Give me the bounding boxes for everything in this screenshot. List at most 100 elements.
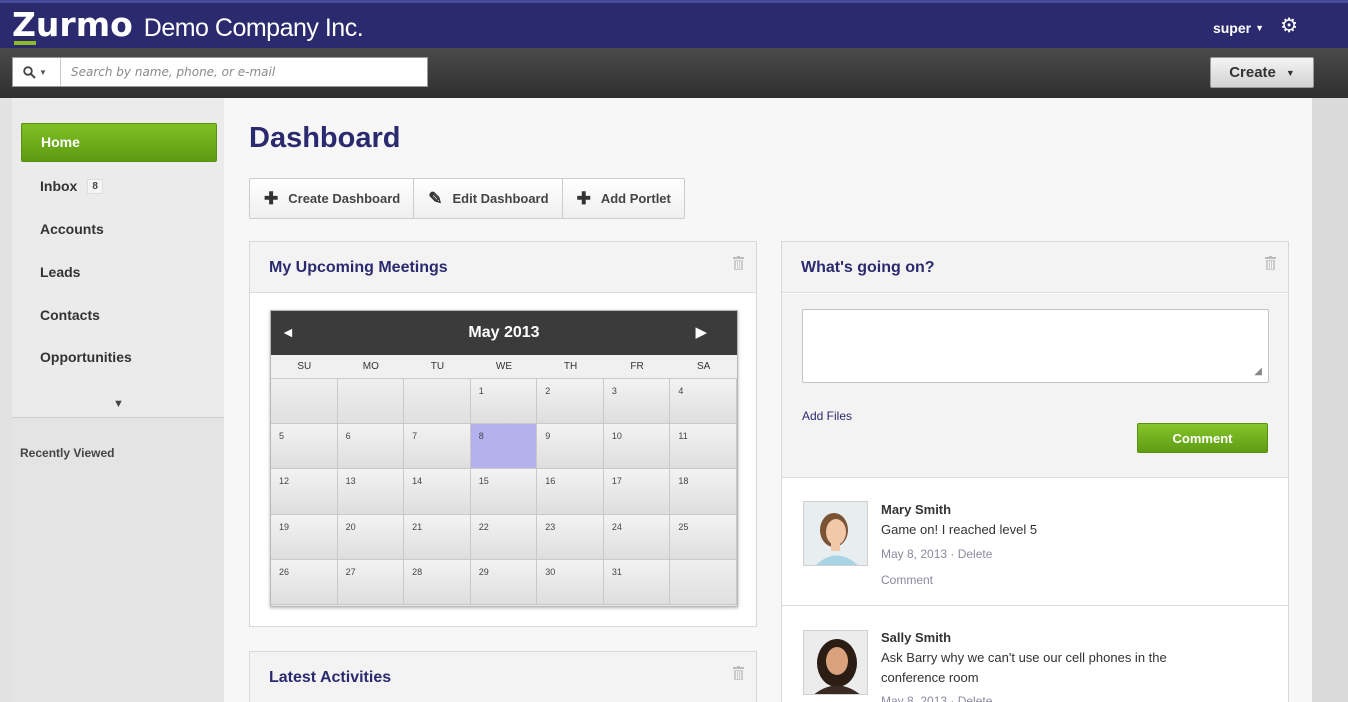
calendar-month: May 2013 [468,324,540,341]
create-button[interactable]: Create ▼ [1210,57,1314,88]
calendar-day[interactable]: 27 [337,559,405,605]
create-dashboard-button[interactable]: ✚ Create Dashboard [250,179,415,218]
feed-post: Sally Smith Ask Barry why we can't use o… [782,605,1288,702]
calendar-day[interactable]: 17 [603,469,671,515]
page-scrollbar[interactable] [1312,98,1348,702]
calendar-day[interactable]: 26 [271,559,338,605]
avatar-photo [804,502,867,565]
calendar-day[interactable]: 10 [603,424,671,470]
weekday-label: TH [563,361,578,372]
trash-icon[interactable] [733,666,744,680]
post-author[interactable]: Mary Smith [881,502,951,517]
delete-link[interactable]: Delete [958,694,993,702]
calendar-day[interactable]: 30 [537,559,604,605]
sidebar-item-leads[interactable]: Leads [40,264,80,280]
sidebar-item-contacts[interactable]: Contacts [40,307,100,323]
feed-post: Mary Smith Game on! I reached level 5 Ma… [782,477,1288,607]
portlet-title: Latest Activities [269,669,392,686]
weekday-label: FR [630,361,644,372]
comment-link[interactable]: Comment [881,573,933,587]
calendar-day[interactable]: 25 [670,514,737,560]
page-title: Dashboard [249,122,401,154]
calendar-day[interactable]: 7 [404,424,471,470]
sidebar-item-label: Inbox [40,178,78,194]
avatar-photo [804,631,867,694]
main-nav: Home Inbox 8 Accounts Leads Contacts Oppo… [12,98,224,418]
calendar-day[interactable]: 1 [470,379,538,425]
calendar-day[interactable]: 18 [670,469,737,515]
calendar-day[interactable]: 3 [603,379,671,425]
calendar-day[interactable]: 29 [470,559,538,605]
gear-icon[interactable]: ⚙ [1280,16,1298,36]
avatar[interactable] [803,501,868,566]
calendar-day[interactable]: 14 [404,469,471,515]
weekday-label: SU [297,361,312,372]
calendar-day[interactable]: 12 [271,469,338,515]
sidebar-item-home[interactable]: Home [21,123,217,162]
sidebar-item-inbox[interactable]: Inbox 8 [40,178,103,194]
create-label: Create [1229,64,1276,81]
portlet-header: Latest Activities [250,652,756,702]
main-content: Dashboard ✚ Create Dashboard ✎ Edit Dashbo… [224,98,1312,702]
app-logo[interactable]: Zurmo Demo Company Inc. [12,5,364,45]
calendar-day[interactable]: 22 [470,514,538,560]
action-label: Edit Dashboard [452,191,549,206]
calendar-day[interactable]: 2 [537,379,604,425]
calendar-day[interactable]: 4 [670,379,737,425]
delete-link[interactable]: Delete [958,547,993,561]
weekday-label: TU [430,361,445,372]
calendar-day[interactable]: 15 [470,469,538,515]
weekday-label: MO [362,361,379,372]
calendar-day[interactable]: 16 [537,469,604,515]
user-menu[interactable]: super ▼ [1213,20,1264,36]
calendar-day[interactable]: 11 [670,424,737,470]
calendar-day[interactable]: 23 [537,514,604,560]
next-month-icon[interactable]: ▶ [695,323,707,341]
calendar-day[interactable]: 5 [271,424,338,470]
post-author[interactable]: Sally Smith [881,630,951,645]
calendar-day[interactable]: 19 [271,514,338,560]
global-toolbar: ▼ Create ▼ [0,48,1348,98]
portlet-title: My Upcoming Meetings [269,259,448,276]
post-date: May 8, 2013 [881,694,948,702]
search-icon [23,65,36,79]
calendar-day[interactable]: 13 [337,469,405,515]
add-portlet-button[interactable]: ✚ Add Portlet [563,179,684,218]
calendar-day[interactable]: 6 [337,424,405,470]
pencil-icon: ✎ [428,188,443,208]
sidebar-item-opportunities[interactable]: Opportunities [40,349,132,365]
calendar-weekdays: SU MO TU WE TH FR SA [271,355,737,379]
action-label: Create Dashboard [288,191,401,206]
calendar-day[interactable]: 8 [470,424,538,470]
trash-icon[interactable] [1265,256,1276,270]
dashboard-actions: ✚ Create Dashboard ✎ Edit Dashboard ✚ Add P… [249,178,685,219]
resize-grip-icon[interactable]: ◢ [1254,366,1262,377]
search-scope-dropdown[interactable]: ▼ [13,58,61,86]
calendar-day[interactable]: 24 [603,514,671,560]
calendar-day[interactable]: 21 [404,514,471,560]
search-input[interactable] [71,58,427,86]
post-date: May 8, 2013 [881,547,948,561]
avatar[interactable] [803,630,868,695]
calendar-empty-cell [271,379,338,425]
add-files-link[interactable]: Add Files [802,409,852,423]
calendar-day[interactable]: 9 [537,424,604,470]
calendar-day[interactable]: 28 [404,559,471,605]
trash-icon[interactable] [733,256,744,270]
status-textarea[interactable]: ◢ [802,309,1269,383]
edit-dashboard-button[interactable]: ✎ Edit Dashboard [414,179,563,218]
latest-activities-portlet: Latest Activities [249,651,757,702]
calendar: ◄ May 2013 ▶ SU MO TU WE TH FR SA 1 2 3 4 5 6 7 8 9 10 1… [270,310,738,607]
post-text: Ask Barry why we can't use our cell phon… [881,650,1167,685]
post-meta: May 8, 2013 · Delete [881,547,993,561]
show-more-icon[interactable]: ▼ [113,398,124,410]
upcoming-meetings-portlet: My Upcoming Meetings ◄ May 2013 ▶ SU MO TU… [249,241,757,627]
comment-button[interactable]: Comment [1137,423,1268,453]
calendar-grid: 1 2 3 4 5 6 7 8 9 10 11 12 13 14 15 16 17 18 19 20 21 22 23 24 2… [271,379,737,605]
calendar-day[interactable]: 20 [337,514,405,560]
sidebar-item-accounts[interactable]: Accounts [40,221,104,237]
post-text: Game on! I reached level 5 [881,522,1038,537]
portlet-title: What's going on? [801,259,935,276]
portlet-header: What's going on? [782,242,1288,293]
calendar-day[interactable]: 31 [603,559,671,605]
